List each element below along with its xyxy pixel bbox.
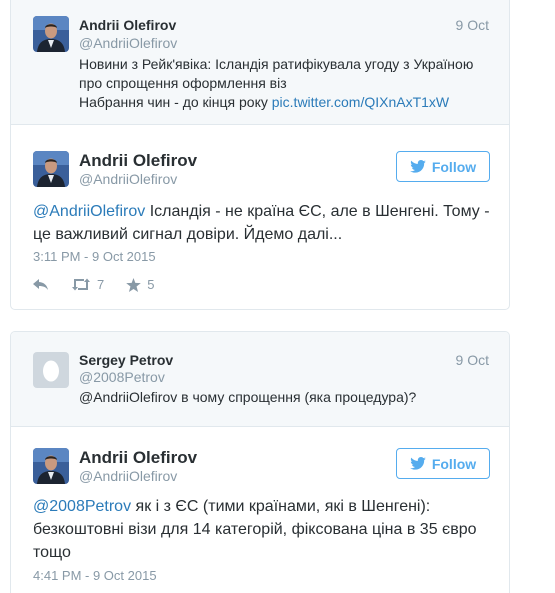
author-name[interactable]: Andrii Olefirov — [79, 151, 197, 171]
author-name[interactable]: Sergey Petrov — [79, 352, 173, 368]
tweet-timestamp[interactable]: 4:41 PM - 9 Oct 2015 — [33, 568, 157, 583]
retweet-count: 7 — [97, 277, 105, 292]
like-count: 5 — [147, 277, 155, 292]
avatar[interactable] — [33, 16, 69, 52]
tweet-text-line: @AndriiOlefirov Ісландія - не країна ЄС,… — [33, 200, 503, 223]
author-handle[interactable]: @2008Petrov — [79, 369, 165, 385]
tweet-card: Sergey Petrov @2008Petrov 9 Oct @AndriiO… — [10, 331, 510, 593]
author-handle[interactable]: @AndriiOlefirov — [79, 171, 177, 187]
tweet-text: @AndriiOlefirov Ісландія - не країна ЄС,… — [33, 200, 503, 246]
author-handle[interactable]: @AndriiOlefirov — [79, 468, 177, 484]
reply-action[interactable] — [33, 278, 49, 291]
tweet-text: @2008Petrov як і з ЄС (тими країнами, як… — [33, 495, 508, 564]
tweet-date[interactable]: 9 Oct — [456, 17, 489, 33]
tweet-text-span: Набрання чин - до кінця року — [79, 94, 272, 110]
tweet-text-line: тощо — [33, 544, 71, 561]
avatar[interactable] — [33, 151, 69, 187]
author-handle[interactable]: @AndriiOlefirov — [79, 35, 177, 51]
default-egg-avatar[interactable] — [33, 352, 69, 388]
tweet-text: Новини з Рейк'явіка: Ісландія ратифікува… — [79, 55, 499, 112]
tweet-card: Andrii Olefirov @AndriiOlefirov 9 Oct Но… — [10, 0, 510, 310]
tweet-text-span: як і з ЄС (тими країнами, які в Шенгені)… — [131, 498, 431, 515]
tweet-text-span: Ісландія - не країна ЄС, але в Шенгені. … — [145, 203, 490, 220]
twitter-bird-icon — [410, 457, 426, 470]
tweet-text: @AndriiOlefirov в чому спрощення (яка пр… — [79, 389, 417, 405]
reply-icon — [33, 279, 48, 290]
mention-link[interactable]: @2008Petrov — [33, 498, 131, 515]
quoted-tweet[interactable]: Sergey Petrov @2008Petrov 9 Oct @AndriiO… — [11, 332, 509, 427]
tweet-text-line: Набрання чин - до кінця року pic.twitter… — [79, 93, 499, 112]
tweet-date[interactable]: 9 Oct — [456, 352, 489, 368]
author-name[interactable]: Andrii Olefirov — [79, 448, 197, 468]
quoted-tweet[interactable]: Andrii Olefirov @AndriiOlefirov 9 Oct Но… — [11, 0, 509, 125]
tweet-timestamp[interactable]: 3:11 PM - 9 Oct 2015 — [33, 249, 156, 264]
follow-label: Follow — [431, 455, 477, 472]
follow-label: Follow — [431, 158, 477, 175]
retweet-icon — [72, 278, 90, 291]
media-link[interactable]: pic.twitter.com/QIXnAxT1xW — [272, 94, 449, 110]
tweet-text-line: це важливий сигнал довіри. Йдемо далі... — [33, 226, 343, 243]
author-name[interactable]: Andrii Olefirov — [79, 17, 176, 33]
follow-button[interactable]: Follow — [396, 151, 490, 182]
tweet-actions: 7 5 — [33, 277, 176, 292]
tweet-text-line: про спрощення оформлення віз — [79, 75, 287, 91]
twitter-bird-icon — [410, 160, 426, 173]
tweet-text-line: Новини з Рейк'явіка: Ісландія ратифікува… — [79, 56, 474, 72]
follow-button[interactable]: Follow — [396, 448, 490, 479]
tweet-text-line: @2008Petrov як і з ЄС (тими країнами, як… — [33, 495, 508, 518]
retweet-action[interactable]: 7 — [71, 277, 104, 292]
mention-link[interactable]: @AndriiOlefirov — [33, 203, 145, 220]
tweet-text-line: безкоштовні візи для 14 категорій, фіксо… — [33, 521, 477, 538]
avatar[interactable] — [33, 448, 69, 484]
like-action[interactable]: 5 — [126, 277, 154, 292]
like-star-icon — [126, 277, 142, 292]
